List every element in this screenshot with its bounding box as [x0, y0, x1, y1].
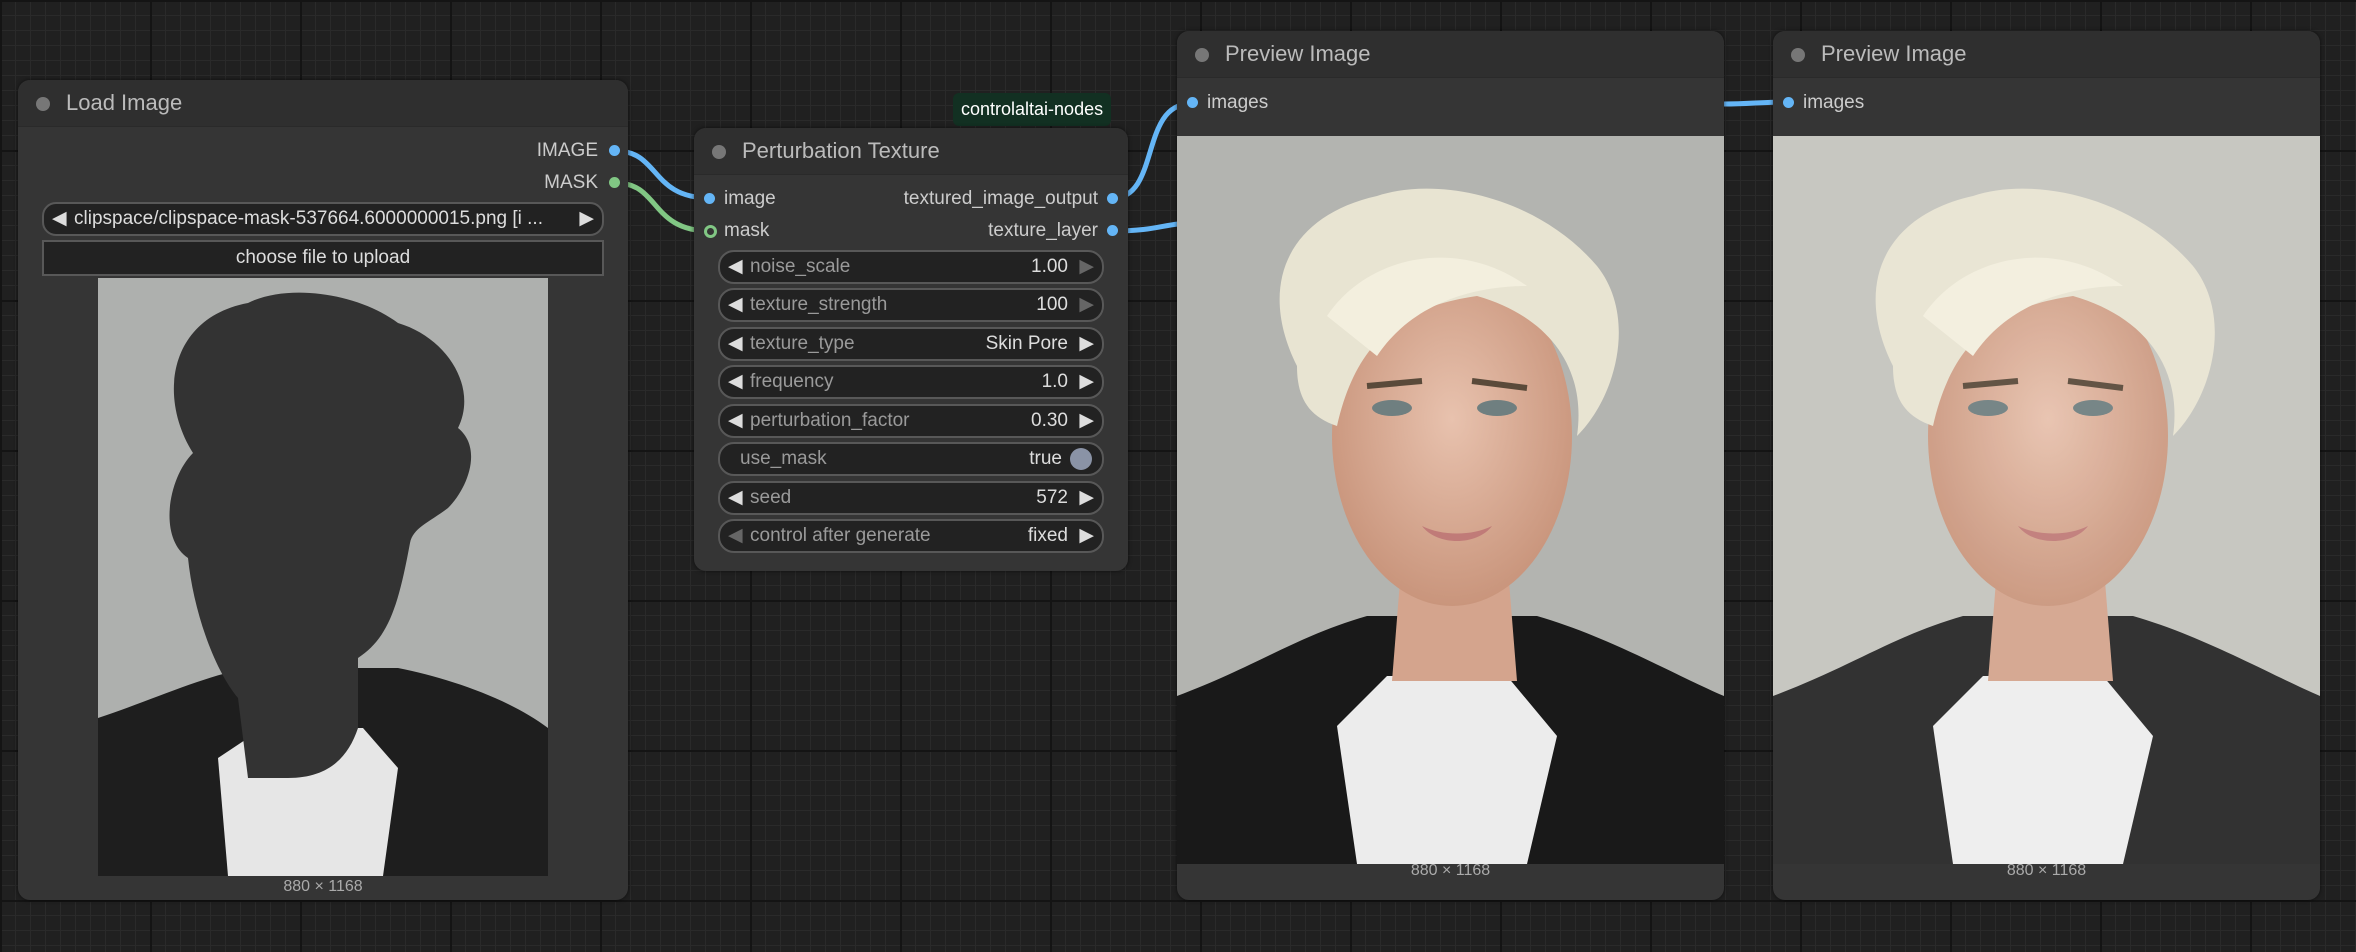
widget-texture-type[interactable]: ◀ texture_type Skin Pore ▶ [718, 327, 1104, 361]
widget-use-mask-toggle[interactable]: use_mask true [718, 442, 1104, 476]
perturbation-texture-node[interactable]: Perturbation Texture image mask textured… [694, 128, 1128, 571]
output-label-mask: MASK [544, 172, 598, 193]
input-label-images: images [1207, 92, 1269, 113]
arrow-left-icon[interactable]: ◀ [52, 207, 67, 230]
node-title: Preview Image [1821, 41, 1967, 66]
widget-name: texture_type [750, 333, 855, 354]
input-dot-mask[interactable] [704, 225, 717, 238]
image-dimensions: 880 × 1168 [283, 878, 363, 895]
increment-arrow-icon[interactable]: ▶ [1079, 293, 1094, 316]
toggle-knob-icon[interactable] [1070, 448, 1092, 470]
input-label-image: image [724, 188, 776, 209]
node-title-bar[interactable]: Preview Image [1177, 31, 1724, 78]
node-title: Preview Image [1225, 41, 1371, 66]
collapse-dot-icon[interactable] [1195, 48, 1209, 62]
image-preview [98, 278, 548, 876]
increment-arrow-icon[interactable]: ▶ [1079, 255, 1094, 278]
node-title: Perturbation Texture [742, 138, 940, 163]
image-dimensions: 880 × 1168 [2006, 862, 2087, 879]
increment-arrow-icon[interactable]: ▶ [1079, 486, 1094, 509]
preview-image [1177, 136, 1724, 864]
output-label-textured: textured_image_output [903, 188, 1098, 209]
file-value: clipspace/clipspace-mask-537664.60000000… [74, 208, 543, 229]
decrement-arrow-icon[interactable]: ◀ [728, 293, 743, 316]
input-dot-images[interactable] [1783, 97, 1794, 108]
widget-value: 0.30 [1031, 410, 1068, 431]
widget-value: true [1029, 448, 1062, 469]
image-dimensions: 880 × 1168 [1410, 862, 1491, 879]
widget-value: 100 [1036, 294, 1068, 315]
widget-name: use_mask [740, 448, 827, 469]
portrait-image [1177, 136, 1724, 864]
next-option-arrow-icon[interactable]: ▶ [1079, 524, 1094, 547]
widget-value: 1.00 [1031, 256, 1068, 277]
widget-perturbation-factor[interactable]: ◀ perturbation_factor 0.30 ▶ [718, 404, 1104, 438]
collapse-dot-icon[interactable] [1791, 48, 1805, 62]
widget-value: 1.0 [1041, 371, 1068, 392]
widget-name: frequency [750, 371, 834, 392]
increment-arrow-icon[interactable]: ▶ [1079, 370, 1094, 393]
increment-arrow-icon[interactable]: ▶ [1079, 409, 1094, 432]
textured-portrait-image [1773, 136, 2320, 864]
widget-name: texture_strength [750, 294, 888, 315]
widget-seed[interactable]: ◀ seed 572 ▶ [718, 481, 1104, 515]
widget-name: perturbation_factor [750, 410, 910, 431]
input-dot-image[interactable] [704, 193, 715, 204]
node-title-bar[interactable]: Load Image [18, 80, 628, 127]
output-dot-mask[interactable] [609, 177, 620, 188]
output-dot-image[interactable] [609, 145, 620, 156]
output-dot-texture-layer[interactable] [1107, 225, 1118, 236]
widget-texture-strength[interactable]: ◀ texture_strength 100 ▶ [718, 288, 1104, 322]
widget-name: control after generate [750, 525, 931, 546]
widget-noise-scale[interactable]: ◀ noise_scale 1.00 ▶ [718, 250, 1104, 284]
collapse-dot-icon[interactable] [712, 145, 726, 159]
decrement-arrow-icon[interactable]: ◀ [728, 255, 743, 278]
widget-value: Skin Pore [985, 333, 1068, 354]
collapse-dot-icon[interactable] [36, 97, 50, 111]
preview-image-node-2[interactable]: Preview Image images 880 × 1168 [1773, 31, 2320, 900]
widget-value: 572 [1036, 487, 1068, 508]
widget-name: seed [750, 487, 792, 508]
widget-value: fixed [1027, 525, 1068, 546]
input-dot-images[interactable] [1187, 97, 1198, 108]
node-title-bar[interactable]: Preview Image [1773, 31, 2320, 78]
preview-image [1773, 136, 2320, 864]
preview-image-node-1[interactable]: Preview Image images 880 × 1168 [1177, 31, 1724, 900]
next-option-arrow-icon[interactable]: ▶ [1079, 332, 1094, 355]
output-dot-textured[interactable] [1107, 193, 1118, 204]
widget-control-after-generate[interactable]: ◀ control after generate fixed ▶ [718, 519, 1104, 553]
input-label-images: images [1803, 92, 1865, 113]
decrement-arrow-icon[interactable]: ◀ [728, 486, 743, 509]
output-label-image: IMAGE [536, 140, 598, 161]
input-label-mask: mask [724, 220, 770, 241]
choose-file-button[interactable]: choose file to upload [42, 240, 604, 276]
arrow-right-icon[interactable]: ▶ [579, 207, 594, 230]
widget-frequency[interactable]: ◀ frequency 1.0 ▶ [718, 365, 1104, 399]
widget-name: noise_scale [750, 256, 851, 277]
prev-option-arrow-icon[interactable]: ◀ [728, 524, 743, 547]
load-image-node[interactable]: Load Image IMAGE MASK ◀ clipspace/clipsp… [18, 80, 628, 900]
masked-portrait-image [98, 278, 548, 876]
output-label-texture-layer: texture_layer [988, 220, 1098, 241]
node-title: Load Image [66, 90, 183, 115]
prev-option-arrow-icon[interactable]: ◀ [728, 332, 743, 355]
node-title-bar[interactable]: Perturbation Texture [694, 128, 1128, 175]
node-source-badge: controlaltai-nodes [953, 93, 1112, 126]
decrement-arrow-icon[interactable]: ◀ [728, 370, 743, 393]
image-file-combo[interactable]: ◀ clipspace/clipspace-mask-537664.600000… [42, 202, 604, 236]
decrement-arrow-icon[interactable]: ◀ [728, 409, 743, 432]
